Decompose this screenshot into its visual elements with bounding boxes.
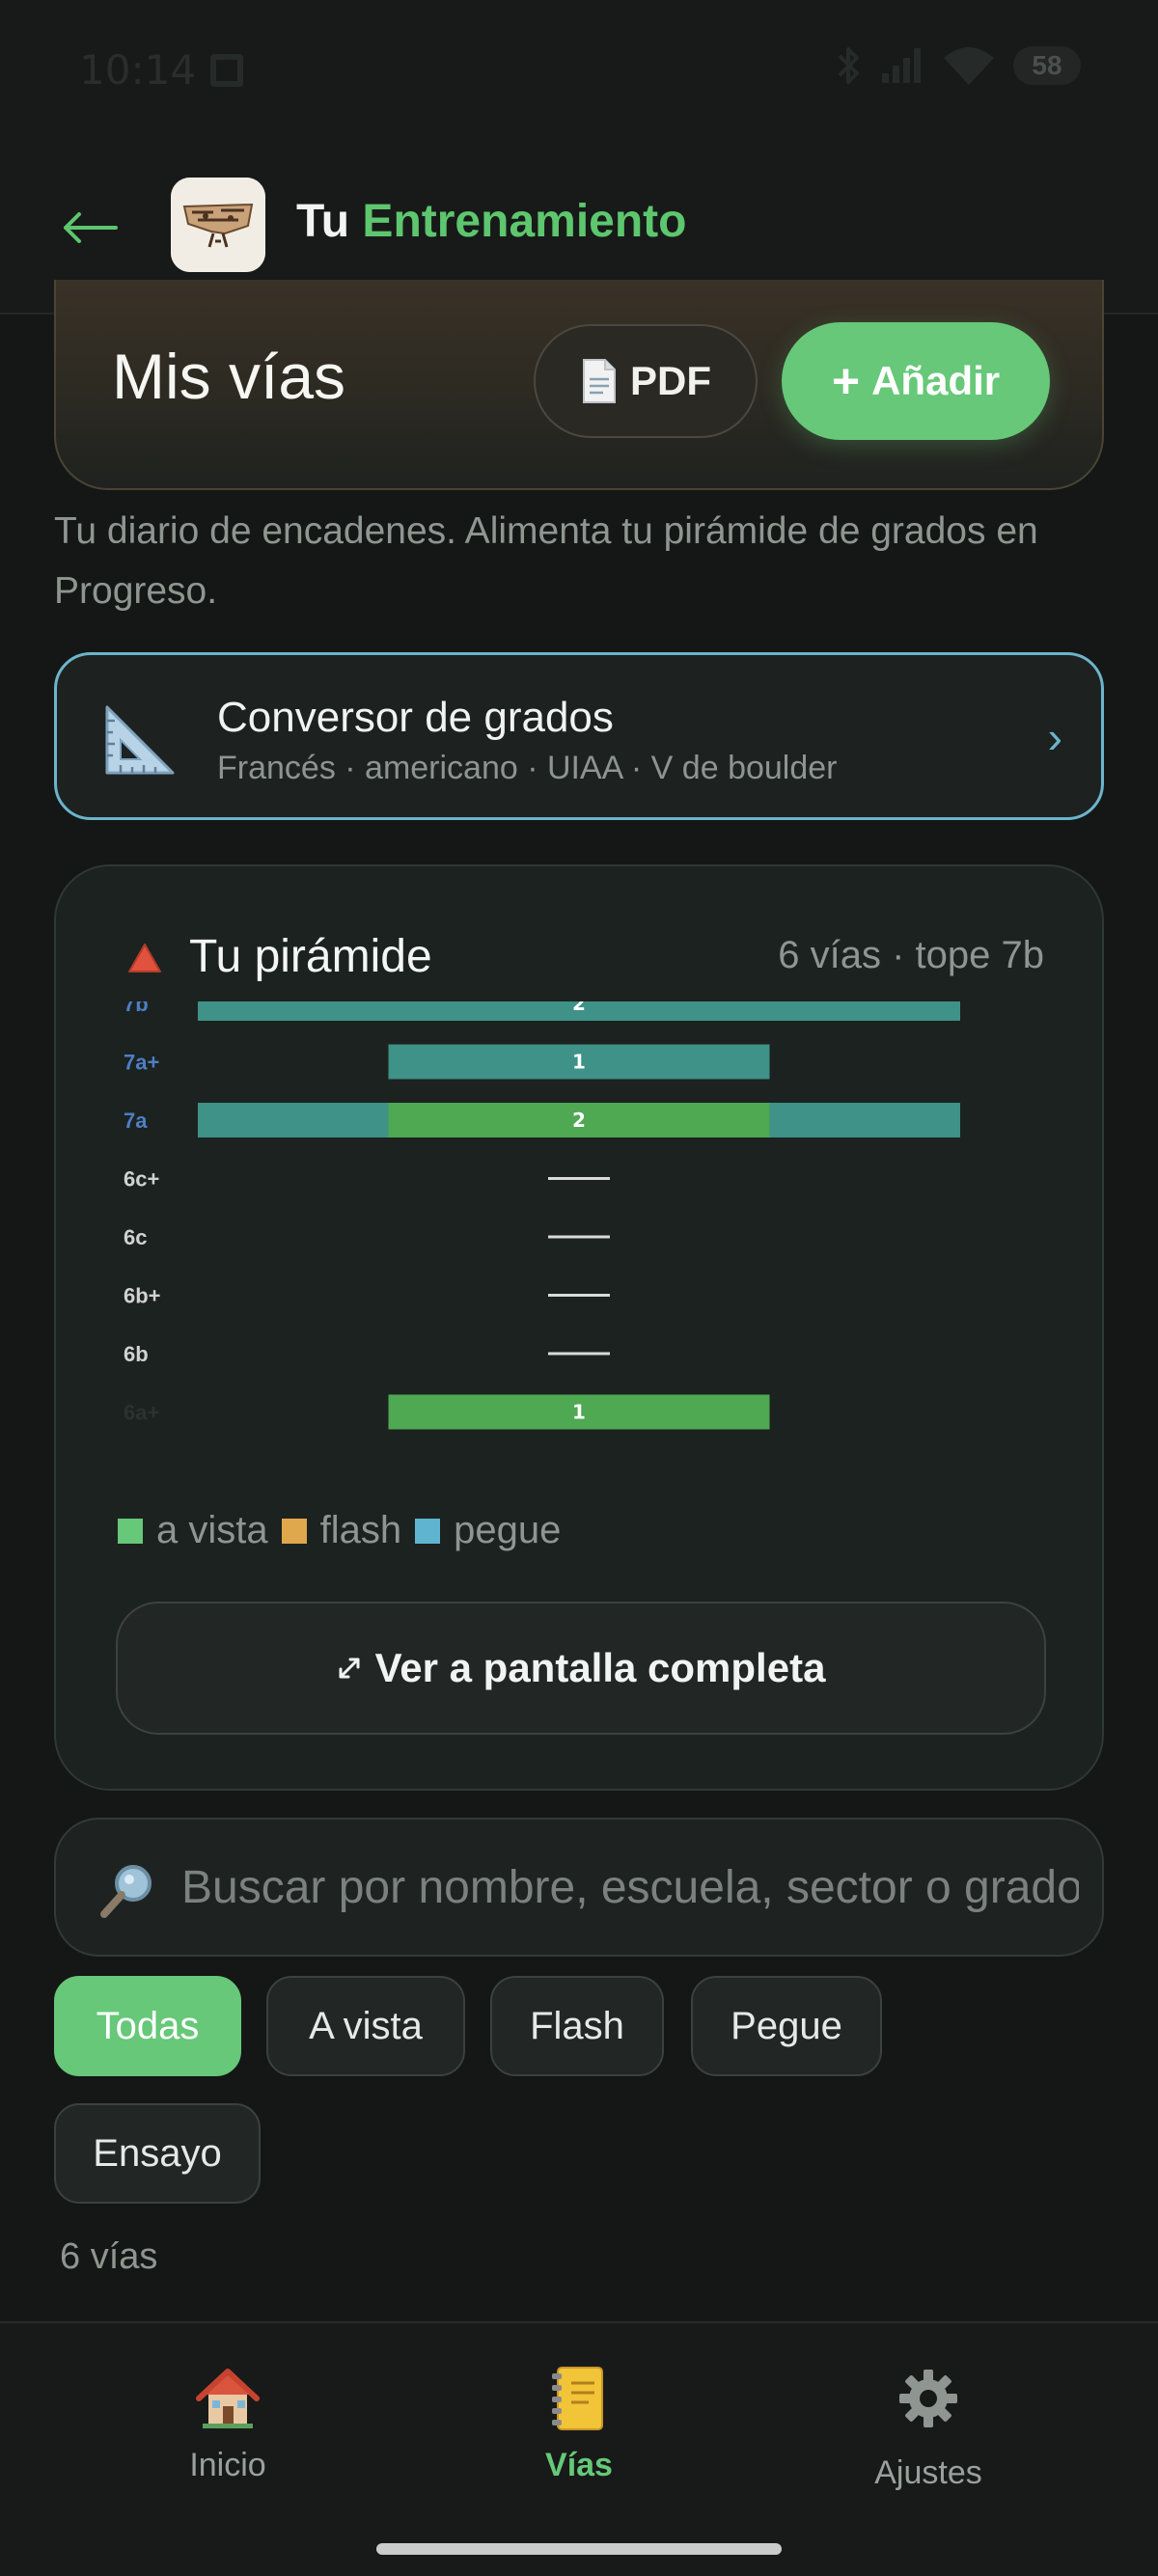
status-bar: 10:14 58 — [0, 0, 1158, 145]
bar-count-label: 2 — [572, 1109, 586, 1132]
home-indicator[interactable] — [376, 2543, 782, 2555]
converter-subtitle: Francés · americano · UIAA · V de boulde… — [217, 750, 838, 786]
plus-icon: + — [831, 354, 861, 408]
legend-item: a vista — [118, 1509, 268, 1552]
pdf-label: PDF — [630, 358, 711, 403]
app-logo — [171, 178, 265, 272]
wifi-icon — [944, 47, 994, 85]
grade-label: 7a+ — [124, 1051, 159, 1075]
expand-icon — [339, 1658, 360, 1679]
grade-label: 6a+ — [124, 1401, 159, 1425]
status-icons: 58 — [834, 44, 1081, 87]
bar-count-label: 1 — [572, 1401, 586, 1424]
grade-label: 7a — [124, 1109, 148, 1133]
grade-label: 6c — [124, 1225, 147, 1249]
chevron-right-icon: › — [1047, 712, 1062, 762]
add-route-button[interactable]: + Añadir — [782, 322, 1050, 440]
battery-icon: 58 — [1013, 46, 1081, 85]
arrow-left-icon — [64, 212, 118, 243]
notebook-icon — [552, 2367, 603, 2430]
legend-swatch — [118, 1518, 143, 1544]
app-title-part2: Entrenamiento — [362, 196, 687, 247]
grade-label: 7b — [124, 1001, 149, 1016]
fullscreen-button[interactable]: Ver a pantalla completa — [116, 1602, 1046, 1735]
legend-item: pegue — [415, 1509, 561, 1552]
add-label: Añadir — [871, 358, 1001, 403]
bluetooth-icon — [838, 47, 859, 84]
pyramid-legend: a vista flash pegue — [118, 1509, 574, 1552]
grade-converter-card[interactable]: Conversor de grados Francés · americano … — [54, 652, 1104, 820]
signal-icon — [882, 48, 921, 83]
pyramid-card: Tu pirámide 6 vías · tope 7b 7b 2 7a+ 1 7a 2 6… — [54, 864, 1104, 1791]
search-icon — [100, 1865, 152, 1918]
pyramid-title: Tu pirámide — [189, 931, 432, 982]
legend-label: pegue — [454, 1509, 562, 1551]
filter-chip-a-vista[interactable]: A vista — [266, 1976, 465, 2076]
document-icon — [583, 359, 616, 403]
bar-count-label: 2 — [572, 1001, 586, 1015]
triangle-ruler-icon — [105, 705, 175, 775]
nav-label-ajustes: Ajustes — [874, 2454, 982, 2491]
legend-label: a vista — [156, 1509, 268, 1551]
nav-item-vias[interactable]: Vías — [482, 2362, 676, 2484]
converter-title: Conversor de grados — [217, 694, 614, 741]
grade-label: 6c+ — [124, 1167, 159, 1192]
app-title: Tu Entrenamiento — [296, 195, 686, 248]
grade-pyramid-chart: 7b 2 7a+ 1 7a 2 6c+ 6c 6b+ 6b 6a+ 1 — [124, 1001, 960, 1430]
gear-icon — [899, 2370, 957, 2427]
routes-count: 6 vías — [60, 2236, 158, 2277]
app-title-part1: Tu — [296, 196, 350, 247]
filter-chip-flash[interactable]: Flash — [490, 1976, 664, 2076]
legend-label: flash — [319, 1509, 402, 1551]
page-title: Mis vías — [112, 341, 346, 412]
red-triangle-icon — [128, 944, 161, 973]
bar-count-label: 1 — [572, 1051, 586, 1074]
status-time: 10:14 — [79, 46, 197, 94]
search-input[interactable] — [181, 1820, 1079, 1955]
nav-item-ajustes[interactable]: Ajustes — [832, 2362, 1025, 2492]
pyramid-meta: 6 vías · tope 7b — [778, 934, 1044, 976]
nav-label-vias: Vías — [545, 2447, 613, 2483]
intro-text: Tu diario de encadenes. Alimenta tu pirá… — [54, 510, 1038, 612]
nav-label-inicio: Inicio — [189, 2447, 266, 2483]
notification-icon — [210, 54, 243, 87]
back-button[interactable] — [60, 205, 127, 253]
routes-hero-card: Mis vías PDF + Añadir — [54, 280, 1104, 490]
legend-swatch — [415, 1518, 441, 1544]
filter-chip-todas[interactable]: Todas — [54, 1976, 241, 2076]
nav-item-inicio[interactable]: Inicio — [131, 2362, 324, 2484]
pdf-export-button[interactable]: PDF — [534, 324, 758, 438]
filter-chip-ensayo[interactable]: Ensayo — [54, 2103, 261, 2204]
grade-label: 6b+ — [124, 1284, 161, 1308]
grade-label: 6b — [124, 1342, 149, 1366]
house-icon — [196, 2369, 260, 2428]
filter-chip-pegue[interactable]: Pegue — [691, 1976, 882, 2076]
search-box[interactable] — [54, 1818, 1104, 1957]
climbing-wall-icon — [171, 178, 265, 272]
legend-item: flash — [281, 1509, 402, 1552]
bottom-nav: Inicio Vías Ajustes — [0, 2321, 1158, 2576]
legend-swatch — [281, 1518, 307, 1544]
fullscreen-label: Ver a pantalla completa — [374, 1645, 826, 1690]
